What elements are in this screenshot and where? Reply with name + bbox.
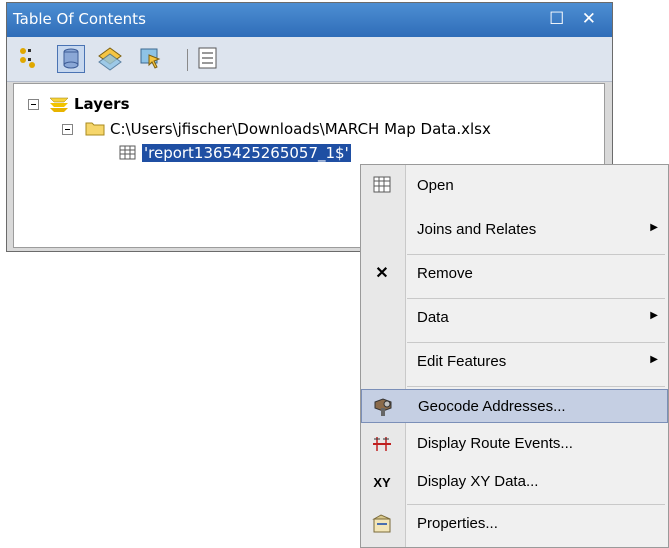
context-menu: Open Joins and Relates ▶ ✕ Remove Data ▶… xyxy=(360,164,669,548)
menu-item-remove[interactable]: ✕ Remove xyxy=(361,257,668,291)
menu-item-label: Remove xyxy=(417,265,473,282)
menu-item-data[interactable]: Data ▶ xyxy=(361,301,668,335)
layers-icon xyxy=(48,94,70,118)
properties-icon xyxy=(371,513,393,535)
layers-root-label[interactable]: Layers xyxy=(74,95,130,113)
collapse-source-toggle[interactable] xyxy=(62,124,73,135)
options-icon[interactable] xyxy=(195,45,223,73)
menu-item-label: Edit Features xyxy=(417,353,507,370)
menu-item-geocode-addresses[interactable]: Geocode Addresses... xyxy=(361,389,668,423)
toc-title: Table Of Contents xyxy=(13,10,146,28)
selected-table-label[interactable]: 'report1365425265057_1$' xyxy=(141,143,352,163)
menu-item-properties[interactable]: Properties... xyxy=(361,507,668,541)
menu-item-open[interactable]: Open xyxy=(361,169,668,203)
menu-item-label: Open xyxy=(417,177,454,194)
submenu-arrow-icon: ▶ xyxy=(650,222,658,233)
menu-item-edit-features[interactable]: Edit Features ▶ xyxy=(361,345,668,379)
submenu-arrow-icon: ▶ xyxy=(650,310,658,321)
menu-separator xyxy=(407,386,665,387)
list-by-drawing-order-icon[interactable] xyxy=(17,45,45,73)
remove-x-icon: ✕ xyxy=(375,265,389,282)
geocode-icon xyxy=(372,396,394,418)
table-icon xyxy=(118,144,138,166)
window-buttons[interactable]: ☐ ✕ xyxy=(549,9,602,29)
menu-separator xyxy=(407,504,665,505)
menu-separator xyxy=(407,342,665,343)
menu-item-display-xy-data[interactable]: XY Display XY Data... xyxy=(361,465,668,499)
list-by-visibility-icon[interactable] xyxy=(97,45,125,73)
list-by-source-icon[interactable] xyxy=(57,45,85,73)
list-by-selection-icon[interactable] xyxy=(137,45,165,73)
route-events-icon xyxy=(371,433,393,455)
menu-item-label: Geocode Addresses... xyxy=(418,398,566,415)
menu-separator xyxy=(407,254,665,255)
source-path-label[interactable]: C:\Users\jfischer\Downloads\MARCH Map Da… xyxy=(110,120,491,138)
menu-item-label: Display XY Data... xyxy=(417,473,539,490)
folder-icon xyxy=(84,118,106,142)
xy-data-icon: XY xyxy=(373,475,391,490)
toc-toolbar xyxy=(7,37,612,82)
menu-item-label: Data xyxy=(417,309,449,326)
toolbar-separator xyxy=(187,49,188,71)
menu-item-joins-and-relates[interactable]: Joins and Relates ▶ xyxy=(361,213,668,247)
menu-item-display-route-events[interactable]: Display Route Events... xyxy=(361,427,668,461)
collapse-layers-toggle[interactable] xyxy=(28,99,39,110)
table-icon xyxy=(371,175,393,197)
menu-separator xyxy=(407,298,665,299)
menu-item-label: Joins and Relates xyxy=(417,221,537,238)
menu-item-label: Display Route Events... xyxy=(417,435,573,452)
menu-item-label: Properties... xyxy=(417,515,498,532)
toc-title-bar[interactable]: Table Of Contents ☐ ✕ xyxy=(7,3,612,37)
submenu-arrow-icon: ▶ xyxy=(650,354,658,365)
